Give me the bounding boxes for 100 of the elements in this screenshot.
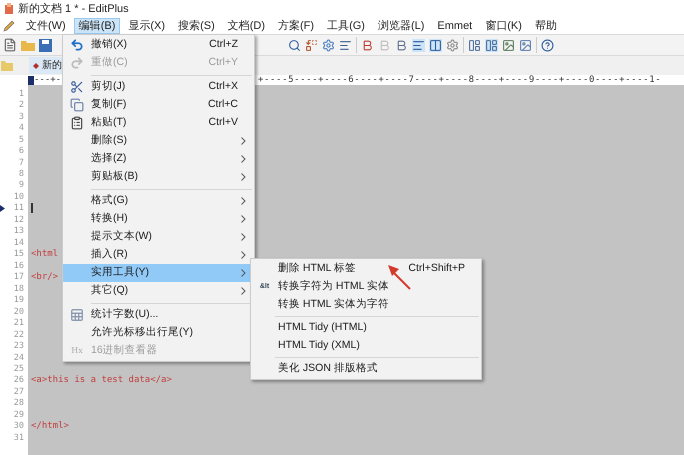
bold-icon[interactable] [395,38,408,52]
replace-icon[interactable] [305,38,318,52]
menu-item[interactable]: 剪贴板(B) [63,168,254,186]
text-cursor [31,203,33,214]
image-icon[interactable] [519,38,532,52]
line-number: 20 [14,306,24,317]
menu-bar-item[interactable]: Emmet [432,18,478,34]
line-number: 5 [18,134,24,145]
menu-bar-item[interactable]: 工具(G) [322,18,370,34]
line-number: 26 [14,375,24,386]
save-icon[interactable] [39,38,52,52]
menu-bar-item[interactable]: 搜索(S) [173,18,220,34]
line-number: 31 [14,432,24,443]
chevron-right-icon [241,287,246,295]
ruler: ---+- [34,75,62,85]
line-number: 16 [14,260,24,271]
line-number: 10 [14,192,24,202]
line-number: 15 [14,249,24,260]
redo-icon [70,56,84,70]
panel-icon[interactable] [485,38,498,52]
menu-bar-item[interactable]: 文档(D) [222,18,270,34]
line-number: 8 [18,169,24,180]
menu-item[interactable]: 提示文本(W) [63,228,254,246]
line-number: 25 [14,364,24,374]
gear-icon[interactable] [446,38,459,52]
chevron-right-icon [241,269,246,277]
menu-item[interactable]: 复制(F) Ctrl+C [63,96,254,114]
code-line: <a>this is a test data</a> [31,375,172,386]
menu-item[interactable]: 统计字数(U)... [63,306,254,324]
line-number: 30 [14,421,24,432]
line-number: 14 [14,238,24,248]
menu-item[interactable]: 转换 HTML 实体为字符 [251,296,481,314]
line-number: 27 [14,386,24,397]
clipboard-icon [70,116,84,130]
menu-bar-item[interactable]: 显示(X) [123,18,170,34]
line-number: 22 [14,330,24,340]
panel-icon[interactable] [468,38,481,52]
menu-bar-item[interactable]: 方案(F) [273,18,320,34]
menu-item[interactable]: 其它(Q) [63,282,254,300]
menu-item[interactable]: 剪切(J) Ctrl+X [63,78,254,96]
search-icon[interactable] [288,38,301,52]
menu-bar-item[interactable]: 窗口(K) [480,18,527,34]
menu-item[interactable]: 允许光标移出行尾(Y) [63,324,254,342]
menu-item[interactable]: 格式(G) [63,192,254,210]
line-number: 24 [14,352,24,363]
app-icon [4,3,14,15]
undo-icon [70,38,84,52]
line-number: 11 [14,203,24,214]
ruler: +----5----+----6----+----7----+----8----+----9----+----0----+----1- [258,75,662,85]
menu-item[interactable]: HTML Tidy (HTML) [251,319,481,337]
new-file-icon[interactable] [3,38,17,52]
line-number: 4 [18,123,24,134]
gear-icon[interactable] [322,38,335,52]
menu-item[interactable]: 美化 JSON 排版格式 [251,360,481,378]
code-line: <html [31,249,58,260]
line-number: 9 [18,180,24,190]
menu-item[interactable]: 粘贴(T) Ctrl+V [63,114,254,132]
line-number: 7 [18,158,24,168]
help-icon[interactable] [541,38,554,52]
line-number: 2 [18,100,24,110]
menu-bar-item[interactable]: 浏览器(L) [372,18,430,34]
line-number: 13 [14,226,24,236]
line-number: 28 [14,398,24,408]
chevron-right-icon [241,197,246,205]
menu-item[interactable]: 选择(Z) [63,150,254,168]
scissors-icon [70,80,84,94]
line-number: 18 [14,284,24,294]
columns-icon[interactable] [429,38,442,52]
chevron-right-icon [241,251,246,259]
menu-item[interactable]: HTML Tidy (XML) [251,337,481,355]
line-number: 3 [18,112,24,122]
wrap-icon[interactable] [412,38,425,52]
menu-bar-item[interactable]: 帮助 [530,18,562,34]
menu-bar-item[interactable]: 编辑(B) [74,18,120,34]
copy-icon [70,98,84,112]
line-number: 29 [14,410,24,420]
current-line-marker [0,204,5,212]
align-icon[interactable] [339,38,352,52]
chevron-right-icon [241,173,246,181]
chevron-right-icon [241,155,246,163]
menu-item[interactable]: 删除(S) [63,132,254,150]
window-title: 新的文档 1 * - EditPlus [18,2,129,17]
code-line: </html> [31,421,69,432]
menu-item[interactable]: 转换(H) [63,210,254,228]
image-icon[interactable] [502,38,515,52]
line-number: 23 [14,341,24,352]
chevron-right-icon [241,233,246,241]
line-number: 1 [18,88,24,99]
menu-item[interactable]: 插入(R) [63,246,254,264]
code-line: <br/> [31,272,58,282]
menu-bar-item[interactable]: 文件(W) [21,18,71,34]
line-number: 17 [14,272,24,282]
bold-icon[interactable] [361,38,374,52]
line-number: 21 [14,318,24,328]
line-number: 12 [14,214,24,225]
table-icon [70,308,84,322]
chevron-right-icon [241,215,246,223]
menu-item[interactable]: 删除 HTML 标签 Ctrl+Shift+P [251,260,481,278]
chevron-right-icon [241,137,246,145]
line-number: 6 [18,146,24,156]
